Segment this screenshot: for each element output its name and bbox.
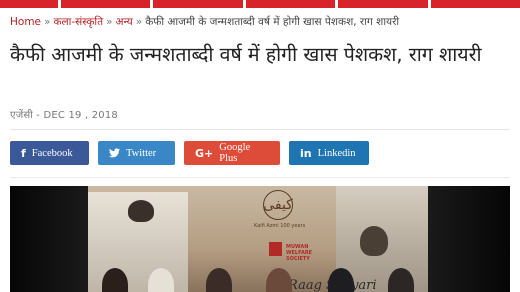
photo-curtain-right xyxy=(428,186,510,292)
facebook-share-button[interactable]: f Facebook xyxy=(10,141,89,165)
breadcrumb-category-link[interactable]: कला-संस्कृति xyxy=(53,16,103,28)
twitter-share-button[interactable]: Twitter xyxy=(98,141,175,165)
divider xyxy=(10,129,510,130)
google-plus-icon: G+ xyxy=(195,146,214,160)
sponsor-name: MUWAN WELFARE SOCIETY xyxy=(286,244,312,262)
kaifi-logo-caption: Kaifi Azmi 100 years xyxy=(254,223,306,229)
breadcrumb-home-link[interactable]: Home xyxy=(10,16,41,28)
article-photo: کیفی Kaifi Azmi 100 years MUWAN WELFARE … xyxy=(10,186,510,292)
article-meta: एजेंसी - DEC 19 , 2018 xyxy=(10,107,118,121)
breadcrumb: Home» कला-संस्कृति» अन्य» कैफी आजमी के जन्म… xyxy=(10,15,399,29)
breadcrumb-subcategory-link[interactable]: अन्य xyxy=(116,16,133,28)
photo-person xyxy=(266,268,292,292)
nav-segment[interactable] xyxy=(0,0,58,8)
article-title: कैफी आजमी के जन्मशताब्दी वर्ष में होगी ख… xyxy=(10,43,482,66)
photo-portrait-head xyxy=(128,200,154,222)
breadcrumb-separator: » xyxy=(44,16,51,28)
sponsor-line: SOCIETY xyxy=(286,256,310,262)
twitter-share-label: Twitter xyxy=(126,147,157,159)
top-navigation-bar[interactable] xyxy=(0,0,520,8)
breadcrumb-separator: » xyxy=(106,16,113,28)
nav-segment[interactable] xyxy=(245,0,336,8)
article-date: DEC 19 , 2018 xyxy=(43,110,118,121)
kaifi-logo: کیفی xyxy=(263,190,293,220)
photo-curtain-left xyxy=(10,186,88,292)
linkedin-share-label: Linkedin xyxy=(317,147,356,159)
share-buttons: f Facebook Twitter G+ Google Plus in Lin… xyxy=(10,141,369,165)
photo-person xyxy=(206,268,232,292)
nav-segment[interactable] xyxy=(430,0,520,8)
nav-segment[interactable] xyxy=(61,0,151,8)
googleplus-share-label: Google Plus xyxy=(219,142,251,164)
breadcrumb-current: कैफी आजमी के जन्मशताब्दी वर्ष में होगी ख… xyxy=(145,16,400,28)
photo-portrait-head xyxy=(360,226,388,256)
linkedin-share-button[interactable]: in Linkedin xyxy=(289,141,369,165)
sponsor-logo xyxy=(269,242,282,256)
breadcrumb-separator: » xyxy=(135,16,143,28)
photo-stage-backdrop: کیفی Kaifi Azmi 100 years MUWAN WELFARE … xyxy=(88,186,428,292)
divider xyxy=(10,177,510,178)
facebook-icon: f xyxy=(21,146,26,160)
linkedin-icon: in xyxy=(300,146,312,160)
twitter-icon xyxy=(109,148,120,158)
article-source: एजेंसी xyxy=(10,110,33,121)
nav-segment[interactable] xyxy=(153,0,243,8)
facebook-share-label: Facebook xyxy=(31,147,73,159)
nav-segment[interactable] xyxy=(338,0,428,8)
googleplus-share-button[interactable]: G+ Google Plus xyxy=(184,141,280,165)
